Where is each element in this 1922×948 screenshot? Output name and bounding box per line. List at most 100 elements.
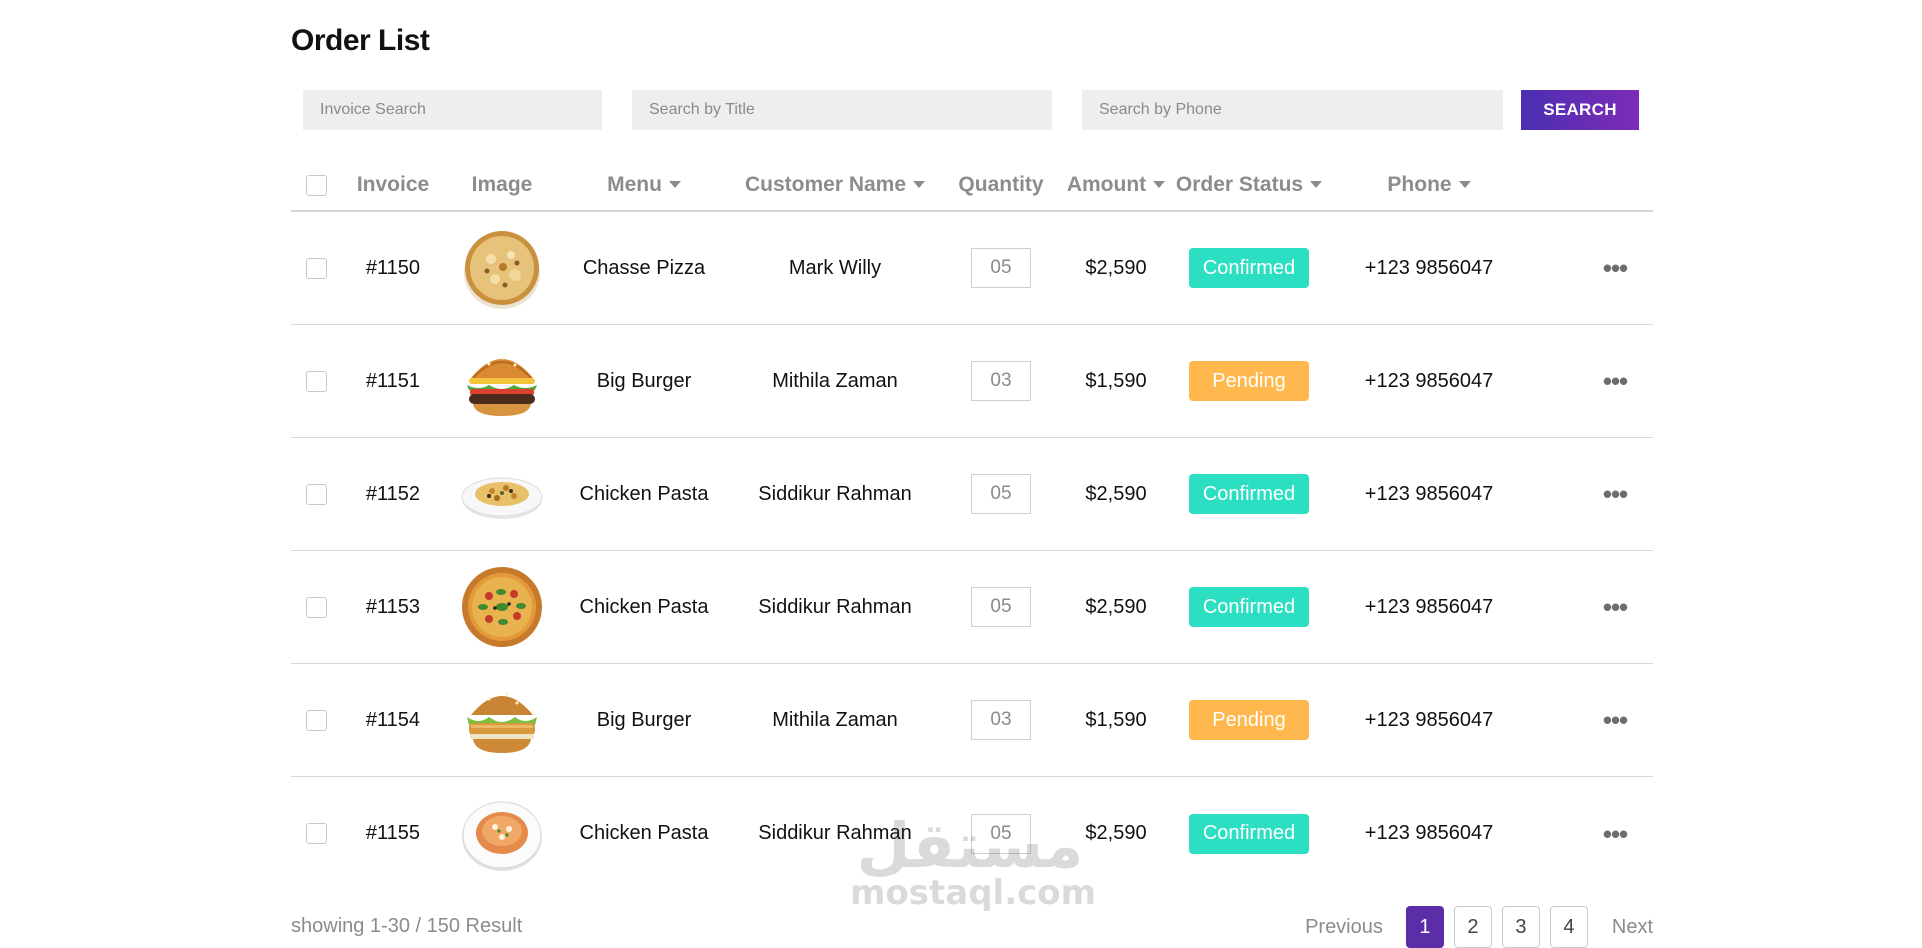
more-options-icon: ••• — [1602, 592, 1628, 622]
menu-item-name: Chicken Pasta — [579, 595, 709, 618]
invoice-number: #1154 — [365, 708, 421, 731]
page-button-2[interactable]: 2 — [1453, 906, 1492, 948]
quantity-box[interactable]: 05 — [971, 587, 1031, 627]
menu-item-name: Chicken Pasta — [579, 482, 709, 505]
invoice-number: #1153 — [365, 595, 421, 618]
caret-down-icon — [668, 180, 681, 188]
row-checkbox[interactable] — [305, 257, 327, 279]
column-header-status: Order Status — [1175, 173, 1304, 196]
page-button-4[interactable]: 4 — [1549, 906, 1588, 948]
customer-name: Siddikur Rahman — [758, 595, 912, 618]
chicken-burger-icon — [445, 664, 559, 776]
row-actions-button[interactable]: ••• — [1591, 438, 1639, 550]
quantity-box[interactable]: 05 — [971, 248, 1031, 288]
row-checkbox[interactable] — [305, 823, 327, 844]
table-footer: showing 1-30 / 150 Result Previous 1 2 3… — [291, 905, 1653, 948]
order-amount: $2,590 — [1085, 482, 1147, 505]
status-badge-confirmed: Confirmed — [1189, 813, 1309, 854]
phone-number: +123 9856047 — [1364, 595, 1494, 618]
menu-item-name: Big Burger — [596, 369, 692, 392]
order-amount: $2,590 — [1085, 595, 1147, 618]
select-all-checkbox[interactable] — [305, 174, 327, 196]
quantity-box[interactable]: 05 — [971, 813, 1031, 854]
customer-name: Siddikur Rahman — [758, 482, 912, 505]
menu-item-name: Big Burger — [596, 708, 692, 731]
invoice-search-input[interactable] — [303, 90, 602, 130]
row-actions-button[interactable]: ••• — [1591, 664, 1639, 776]
quantity-box[interactable]: 05 — [971, 474, 1031, 514]
row-checkbox[interactable] — [305, 370, 327, 392]
table-row: #1155 Chicken Pasta Siddikur Rahman 05 $2,59… — [291, 777, 1653, 890]
more-options-icon: ••• — [1602, 818, 1628, 849]
order-amount: $2,590 — [1085, 822, 1147, 844]
burger-icon — [445, 325, 559, 437]
row-checkbox[interactable] — [305, 709, 327, 731]
column-header-customer: Customer Name — [744, 173, 907, 196]
phone-search-input[interactable] — [1082, 90, 1503, 130]
sort-status-header[interactable]: Order Status — [1171, 160, 1327, 210]
pasta-plate-icon — [445, 438, 559, 550]
invoice-number: #1151 — [365, 369, 421, 392]
order-table: Invoice Image Menu Customer Name Quantit… — [291, 160, 1653, 890]
filter-bar: SEARCH — [303, 90, 1643, 130]
row-actions-button[interactable]: ••• — [1591, 325, 1639, 437]
menu-item-name: Chicken Pasta — [579, 822, 709, 844]
quantity-box[interactable]: 03 — [971, 700, 1031, 740]
table-row: #1154 Big Burger Mithila Zaman 03 $1,590 Pend… — [291, 664, 1653, 777]
previous-page-link[interactable]: Previous — [1305, 916, 1383, 939]
table-row: #1153 Chicken Pasta Siddikur Rahman 05 $2,59… — [291, 551, 1653, 664]
customer-name: Mark Willy — [788, 256, 882, 279]
pasta-bowl-icon — [445, 777, 559, 890]
more-options-icon: ••• — [1602, 253, 1628, 283]
invoice-number: #1152 — [365, 482, 421, 505]
customer-name: Mithila Zaman — [772, 369, 898, 392]
sort-menu-header[interactable]: Menu — [559, 160, 729, 210]
table-row: #1151 Big Burger Mithila Zaman 03 $1,590 Pend… — [291, 325, 1653, 438]
table-body: #1150 Chasse Pizza Mark Willy 05 $2,590 Confi… — [291, 212, 1653, 890]
search-button[interactable]: SEARCH — [1521, 90, 1639, 130]
veggie-pizza-icon — [445, 551, 559, 663]
quantity-box[interactable]: 03 — [971, 361, 1031, 401]
page-button-3[interactable]: 3 — [1501, 906, 1540, 948]
row-actions-button[interactable]: ••• — [1591, 551, 1639, 663]
pagination: Previous 1 2 3 4 Next — [1305, 905, 1653, 948]
status-badge-pending: Pending — [1189, 700, 1309, 740]
next-page-link[interactable]: Next — [1612, 916, 1653, 939]
row-checkbox[interactable] — [305, 596, 327, 618]
column-header-amount: Amount — [1066, 173, 1147, 196]
customer-name: Siddikur Rahman — [758, 822, 912, 844]
phone-number: +123 9856047 — [1364, 822, 1494, 844]
caret-down-icon — [1153, 180, 1166, 188]
status-badge-confirmed: Confirmed — [1189, 474, 1309, 514]
status-badge-confirmed: Confirmed — [1189, 587, 1309, 627]
caret-down-icon — [1458, 180, 1471, 188]
cheese-pizza-icon — [445, 212, 559, 324]
row-checkbox[interactable] — [305, 483, 327, 505]
title-search-input[interactable] — [632, 90, 1052, 130]
more-options-icon: ••• — [1602, 479, 1628, 509]
page-title: Order List — [291, 24, 430, 57]
status-badge-pending: Pending — [1189, 361, 1309, 401]
result-count: showing 1-30 / 150 Result — [291, 915, 523, 937]
row-actions-button[interactable]: ••• — [1591, 212, 1639, 324]
row-actions-button[interactable]: ••• — [1591, 777, 1639, 890]
invoice-number: #1155 — [365, 822, 421, 844]
table-row: #1150 Chasse Pizza Mark Willy 05 $2,590 Confi… — [291, 212, 1653, 325]
phone-number: +123 9856047 — [1364, 369, 1494, 392]
table-row: #1152 Chicken Pasta Siddikur Rahman 05 $2,59… — [291, 438, 1653, 551]
order-amount: $1,590 — [1085, 708, 1147, 731]
caret-down-icon — [1310, 180, 1323, 188]
sort-customer-header[interactable]: Customer Name — [729, 160, 941, 210]
sort-phone-header[interactable]: Phone — [1327, 160, 1531, 210]
column-header-invoice: Invoice — [356, 173, 430, 196]
order-amount: $2,590 — [1085, 256, 1147, 279]
phone-number: +123 9856047 — [1364, 256, 1494, 279]
table-header: Invoice Image Menu Customer Name Quantit… — [291, 160, 1653, 212]
page-button-1[interactable]: 1 — [1405, 906, 1444, 948]
phone-number: +123 9856047 — [1364, 708, 1494, 731]
caret-down-icon — [913, 180, 926, 188]
phone-number: +123 9856047 — [1364, 482, 1494, 505]
column-header-phone: Phone — [1387, 173, 1452, 196]
sort-amount-header[interactable]: Amount — [1061, 160, 1171, 210]
invoice-number: #1150 — [365, 256, 421, 279]
